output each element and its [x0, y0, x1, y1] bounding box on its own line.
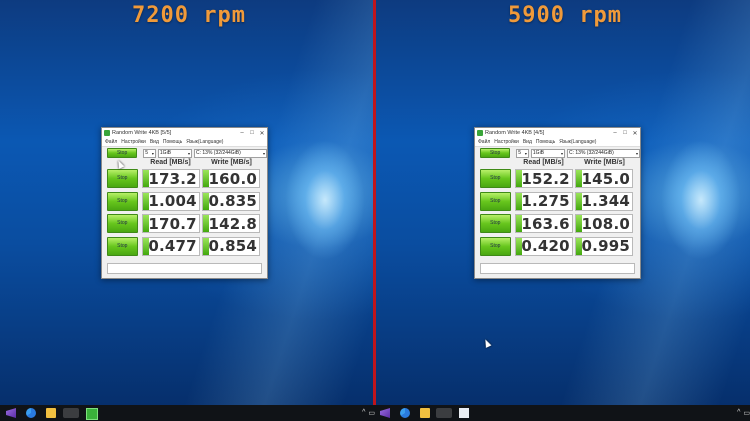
chevron-down-icon: ▾ — [524, 150, 527, 156]
read-header: Read [MB/s] — [523, 159, 564, 166]
network-icon[interactable]: ▭ — [368, 409, 375, 417]
file-explorer-icon[interactable] — [420, 408, 430, 418]
comment-field[interactable] — [107, 263, 262, 274]
wallpaper-glow — [661, 140, 741, 260]
menu-file[interactable]: Файл — [105, 139, 117, 145]
runs-select[interactable]: 5 ▾ — [516, 148, 529, 158]
seq-q32-stop-button[interactable]: Stop — [107, 214, 138, 233]
read-cell: 152.2 — [514, 169, 573, 188]
file-explorer-icon[interactable] — [46, 408, 56, 418]
network-icon[interactable]: ▭ — [743, 409, 750, 417]
write-cell: 0.835 — [201, 191, 260, 211]
close-icon[interactable]: ✕ — [630, 130, 640, 137]
crystaldiskmark-window-left[interactable]: Random Write 4KB [5/5] – □ ✕ Файл Настро… — [101, 127, 268, 279]
menu-settings[interactable]: Настройки — [121, 139, 146, 145]
read-cell: 173.2 — [141, 169, 200, 188]
maximize-icon[interactable]: □ — [247, 130, 257, 136]
chevron-down-icon: ▾ — [188, 150, 191, 156]
tray-chevron-icon[interactable]: ^ — [362, 409, 365, 417]
chevron-down-icon: ▾ — [262, 150, 265, 156]
menu-help[interactable]: Помощь — [536, 139, 555, 145]
close-icon[interactable]: ✕ — [257, 130, 267, 137]
stop-all-button[interactable]: Stop — [107, 148, 138, 158]
4k-q32-stop-button[interactable]: Stop — [107, 236, 138, 256]
drive-select[interactable]: C: 13% (32/244GiB) ▾ — [194, 148, 267, 158]
write-cell: 142.8 — [201, 214, 260, 233]
tray-chevron-icon[interactable]: ^ — [737, 409, 740, 417]
runs-select[interactable]: 5 ▾ — [143, 148, 156, 158]
right-rpm-label: 5900 rpm — [508, 3, 622, 28]
read-cell: 1.275 — [514, 191, 573, 211]
4k-stop-button[interactable]: Stop — [480, 191, 511, 211]
app-icon[interactable] — [436, 408, 452, 418]
minimize-icon[interactable]: – — [610, 130, 620, 136]
4k-stop-button[interactable]: Stop — [107, 191, 138, 211]
title-bar[interactable]: Random Write 4KB [4/5] – □ ✕ — [475, 128, 640, 138]
window-title: Random Write 4KB [4/5] — [485, 130, 545, 136]
chevron-down-icon: ▾ — [635, 150, 638, 156]
crystaldiskmark-window-right[interactable]: Random Write 4KB [4/5] – □ ✕ Файл Настро… — [474, 127, 641, 279]
visual-studio-icon[interactable] — [380, 408, 390, 418]
app-icon[interactable] — [63, 408, 79, 418]
stop-all-button[interactable]: Stop — [480, 148, 511, 158]
system-tray: ^ ▭ — [362, 409, 375, 417]
menu-view[interactable]: Вид — [523, 139, 532, 145]
app-icon — [477, 130, 483, 136]
document-icon[interactable] — [459, 408, 469, 418]
seq-stop-button[interactable]: Stop — [107, 169, 138, 188]
menu-view[interactable]: Вид — [150, 139, 159, 145]
menu-help[interactable]: Помощь — [163, 139, 182, 145]
taskbar-right: ^ ▭ — [375, 405, 750, 421]
left-rpm-label: 7200 rpm — [132, 3, 246, 28]
results-grid: Read [MB/s] Write [MB/s] Stop 173.2 160.… — [107, 158, 262, 258]
write-header: Write [MB/s] — [584, 159, 625, 166]
chevron-down-icon: ▾ — [151, 150, 154, 156]
comment-field[interactable] — [480, 263, 635, 274]
wallpaper-glow — [285, 140, 365, 260]
menu-settings[interactable]: Настройки — [494, 139, 519, 145]
chrome-icon[interactable] — [26, 408, 36, 418]
chevron-down-icon: ▾ — [561, 150, 564, 156]
seq-stop-button[interactable]: Stop — [480, 169, 511, 188]
write-cell: 0.854 — [201, 236, 260, 256]
write-cell: 1.344 — [574, 191, 633, 211]
write-cell: 108.0 — [574, 214, 633, 233]
write-cell: 0.995 — [574, 236, 633, 256]
menu-bar: Файл Настройки Вид Помощь Язык(Language) — [475, 138, 640, 147]
chrome-icon[interactable] — [400, 408, 410, 418]
menu-language[interactable]: Язык(Language) — [186, 139, 223, 145]
size-select[interactable]: 1GiB ▾ — [530, 148, 566, 158]
write-header: Write [MB/s] — [211, 159, 252, 166]
app-icon — [104, 130, 110, 136]
write-cell: 160.0 — [201, 169, 260, 188]
system-tray: ^ ▭ — [737, 409, 750, 417]
4k-q32-stop-button[interactable]: Stop — [480, 236, 511, 256]
crystaldiskmark-icon[interactable] — [86, 408, 98, 420]
read-cell: 0.477 — [141, 236, 200, 256]
minimize-icon[interactable]: – — [237, 130, 247, 136]
title-bar[interactable]: Random Write 4KB [5/5] – □ ✕ — [102, 128, 267, 138]
write-cell: 145.0 — [574, 169, 633, 188]
maximize-icon[interactable]: □ — [620, 130, 630, 136]
read-cell: 1.004 — [141, 191, 200, 211]
window-title: Random Write 4KB [5/5] — [112, 130, 172, 136]
visual-studio-icon[interactable] — [6, 408, 16, 418]
read-header: Read [MB/s] — [150, 159, 191, 166]
seq-q32-stop-button[interactable]: Stop — [480, 214, 511, 233]
taskbar: ^ ▭ ^ ▭ — [0, 405, 750, 421]
size-select[interactable]: 1GiB ▾ — [157, 148, 193, 158]
results-grid: Read [MB/s] Write [MB/s] Stop 152.2 145.… — [480, 158, 635, 258]
read-cell: 163.6 — [514, 214, 573, 233]
menu-language[interactable]: Язык(Language) — [559, 139, 596, 145]
drive-select[interactable]: C: 13% (32/244GiB) ▾ — [567, 148, 640, 158]
split-divider — [373, 0, 376, 405]
menu-file[interactable]: Файл — [478, 139, 490, 145]
menu-bar: Файл Настройки Вид Помощь Язык(Language) — [102, 138, 267, 147]
read-cell: 0.420 — [514, 236, 573, 256]
taskbar-left: ^ ▭ — [0, 405, 375, 421]
read-cell: 170.7 — [141, 214, 200, 233]
